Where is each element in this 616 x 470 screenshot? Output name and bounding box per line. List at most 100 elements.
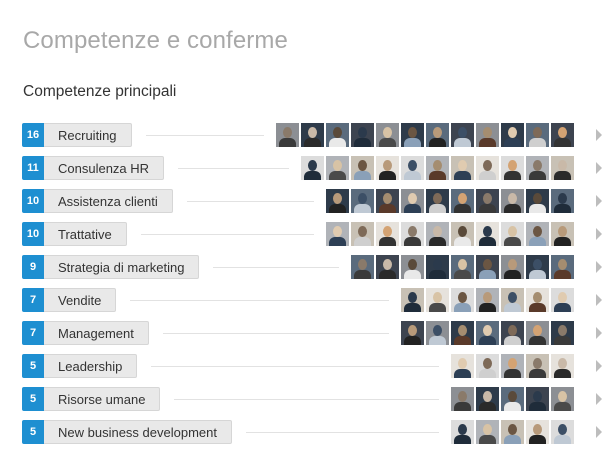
endorser-avatar[interactable] xyxy=(476,288,499,312)
endorser-avatar[interactable] xyxy=(451,387,474,411)
endorser-avatar[interactable] xyxy=(501,354,524,378)
endorser-avatar[interactable] xyxy=(551,321,574,345)
skill-label[interactable]: Strategia di marketing xyxy=(44,255,200,279)
endorser-avatar[interactable] xyxy=(476,189,499,213)
endorser-avatar[interactable] xyxy=(401,255,424,279)
endorser-avatar[interactable] xyxy=(401,156,424,180)
endorser-avatar[interactable] xyxy=(401,189,424,213)
endorser-avatar[interactable] xyxy=(526,255,549,279)
endorser-avatar[interactable] xyxy=(401,123,424,147)
endorser-avatar[interactable] xyxy=(451,354,474,378)
endorsement-count[interactable]: 5 xyxy=(22,354,44,378)
endorser-avatar[interactable] xyxy=(476,222,499,246)
endorser-avatar[interactable] xyxy=(476,420,499,444)
endorser-avatar[interactable] xyxy=(551,420,574,444)
chevron-right-icon[interactable] xyxy=(596,228,602,240)
endorser-avatar[interactable] xyxy=(326,222,349,246)
endorser-avatar[interactable] xyxy=(476,387,499,411)
endorser-avatar[interactable] xyxy=(426,156,449,180)
endorser-avatar[interactable] xyxy=(326,156,349,180)
endorsement-count[interactable]: 16 xyxy=(22,123,44,147)
chevron-right-icon[interactable] xyxy=(596,393,602,405)
endorser-avatar[interactable] xyxy=(351,123,374,147)
skill-label[interactable]: Management xyxy=(44,321,149,345)
endorser-avatar[interactable] xyxy=(326,189,349,213)
endorser-avatar[interactable] xyxy=(526,156,549,180)
endorser-avatar[interactable] xyxy=(301,156,324,180)
skill-label[interactable]: Recruiting xyxy=(44,123,132,147)
endorser-avatar[interactable] xyxy=(451,420,474,444)
endorser-avatar[interactable] xyxy=(451,189,474,213)
endorser-avatar[interactable] xyxy=(476,123,499,147)
endorser-avatar[interactable] xyxy=(501,156,524,180)
endorsement-count[interactable]: 5 xyxy=(22,387,44,411)
endorsement-count[interactable]: 9 xyxy=(22,255,44,279)
endorser-avatar[interactable] xyxy=(401,288,424,312)
endorser-avatar[interactable] xyxy=(376,255,399,279)
endorser-avatar[interactable] xyxy=(501,387,524,411)
skill-label[interactable]: Leadership xyxy=(44,354,138,378)
chevron-right-icon[interactable] xyxy=(596,294,602,306)
endorsement-count[interactable]: 7 xyxy=(22,288,44,312)
chevron-right-icon[interactable] xyxy=(596,195,602,207)
skill-label[interactable]: Trattative xyxy=(44,222,127,246)
skill-label[interactable]: Risorse umane xyxy=(44,387,161,411)
endorser-avatar[interactable] xyxy=(351,222,374,246)
endorser-avatar[interactable] xyxy=(301,123,324,147)
endorser-avatar[interactable] xyxy=(526,354,549,378)
endorsement-count[interactable]: 7 xyxy=(22,321,44,345)
endorser-avatar[interactable] xyxy=(501,321,524,345)
chevron-right-icon[interactable] xyxy=(596,129,602,141)
endorser-avatar[interactable] xyxy=(501,288,524,312)
skill-label[interactable]: Consulenza HR xyxy=(44,156,165,180)
endorser-avatar[interactable] xyxy=(551,156,574,180)
endorser-avatar[interactable] xyxy=(451,123,474,147)
endorser-avatar[interactable] xyxy=(526,222,549,246)
endorser-avatar[interactable] xyxy=(451,255,474,279)
skill-label[interactable]: Assistenza clienti xyxy=(44,189,173,213)
endorser-avatar[interactable] xyxy=(526,123,549,147)
endorser-avatar[interactable] xyxy=(426,255,449,279)
chevron-right-icon[interactable] xyxy=(596,360,602,372)
endorser-avatar[interactable] xyxy=(551,255,574,279)
endorser-avatar[interactable] xyxy=(501,222,524,246)
endorser-avatar[interactable] xyxy=(476,255,499,279)
chevron-right-icon[interactable] xyxy=(596,327,602,339)
endorser-avatar[interactable] xyxy=(401,321,424,345)
endorser-avatar[interactable] xyxy=(501,255,524,279)
endorser-avatar[interactable] xyxy=(501,420,524,444)
endorser-avatar[interactable] xyxy=(426,321,449,345)
endorser-avatar[interactable] xyxy=(551,387,574,411)
endorser-avatar[interactable] xyxy=(526,189,549,213)
endorser-avatar[interactable] xyxy=(526,387,549,411)
endorser-avatar[interactable] xyxy=(451,288,474,312)
endorser-avatar[interactable] xyxy=(476,156,499,180)
chevron-right-icon[interactable] xyxy=(596,426,602,438)
endorser-avatar[interactable] xyxy=(351,156,374,180)
skill-label[interactable]: Vendite xyxy=(44,288,117,312)
endorser-avatar[interactable] xyxy=(551,189,574,213)
endorser-avatar[interactable] xyxy=(526,288,549,312)
endorser-avatar[interactable] xyxy=(426,288,449,312)
endorser-avatar[interactable] xyxy=(426,222,449,246)
endorser-avatar[interactable] xyxy=(451,222,474,246)
endorser-avatar[interactable] xyxy=(551,288,574,312)
endorser-avatar[interactable] xyxy=(376,189,399,213)
skill-label[interactable]: New business development xyxy=(44,420,232,444)
endorser-avatar[interactable] xyxy=(501,123,524,147)
endorsement-count[interactable]: 10 xyxy=(22,222,44,246)
endorsement-count[interactable]: 5 xyxy=(22,420,44,444)
endorser-avatar[interactable] xyxy=(376,123,399,147)
endorser-avatar[interactable] xyxy=(351,189,374,213)
endorser-avatar[interactable] xyxy=(326,123,349,147)
endorser-avatar[interactable] xyxy=(401,222,424,246)
endorser-avatar[interactable] xyxy=(351,255,374,279)
endorsement-count[interactable]: 11 xyxy=(22,156,44,180)
chevron-right-icon[interactable] xyxy=(596,261,602,273)
endorsement-count[interactable]: 10 xyxy=(22,189,44,213)
endorser-avatar[interactable] xyxy=(276,123,299,147)
endorser-avatar[interactable] xyxy=(476,354,499,378)
endorser-avatar[interactable] xyxy=(526,420,549,444)
endorser-avatar[interactable] xyxy=(376,222,399,246)
endorser-avatar[interactable] xyxy=(526,321,549,345)
